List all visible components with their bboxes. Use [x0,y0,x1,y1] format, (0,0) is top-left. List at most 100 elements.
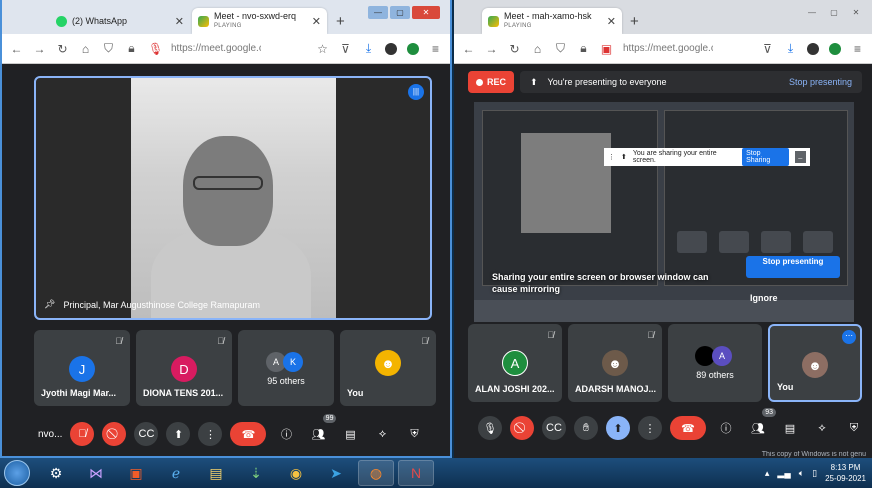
telegram-icon[interactable]: ➤ [318,460,354,486]
network-icon[interactable]: ▂▄ [777,468,790,479]
download-icon[interactable]: ⤓ [362,41,375,56]
drag-handle-icon[interactable]: ⋮ [608,153,615,161]
start-button[interactable] [4,460,30,486]
participant-tile[interactable]: 🎙̸ ☻ ADARSH MANOJ... [568,324,662,402]
menu-icon[interactable]: ≡ [851,42,864,56]
main-video-tile[interactable]: ||| 📌︎ Principal, Mar Augusthinose Colle… [34,76,432,320]
mic-active-icon[interactable]: 🎙︎ [148,42,163,56]
stop-sharing-button[interactable]: Stop Sharing [742,148,789,166]
tray-expand-icon[interactable]: ▴ [765,468,770,479]
more-options-button[interactable]: ⋮ [638,416,662,440]
more-options-button[interactable]: ⋮ [198,422,223,446]
file-explorer-icon[interactable]: ▤ [198,460,234,486]
back-icon[interactable]: ← [462,42,475,56]
stop-presenting-link[interactable]: Stop presenting [789,77,852,87]
window-close-icon[interactable]: ✕ [846,6,866,19]
maximize-icon[interactable]: ▢ [390,6,410,19]
taskbar-app-icon[interactable]: ⋈ [78,460,114,486]
screen-share-active-icon[interactable]: ▣ [600,42,613,56]
people-button[interactable]: 👥︎ 99 [306,414,337,446]
extension-icon[interactable] [807,42,819,55]
close-icon[interactable]: ✕ [175,15,184,28]
internet-explorer-icon[interactable]: ℯ [158,460,194,486]
forward-icon[interactable]: → [33,42,46,56]
clock-time: 8:13 PM [830,463,861,472]
window-close-icon[interactable]: ✕ [412,6,440,19]
stop-presenting-button[interactable]: Stop presenting [746,256,840,278]
home-icon[interactable]: ⌂ [79,42,92,56]
chrome-icon[interactable]: ◉ [278,460,314,486]
info-icon[interactable]: ⓘ [274,422,298,446]
close-icon[interactable]: ✕ [312,15,321,28]
mic-off-button[interactable]: 🎙̸ [70,422,95,446]
maximize-icon[interactable]: ▢ [824,6,844,19]
leave-call-button[interactable]: ☎ [230,422,267,446]
present-button[interactable]: ⬆ [166,422,191,446]
sharing-notice: ⋮ ⬆ You are sharing your entire screen. … [604,148,810,166]
reload-icon[interactable]: ↻ [508,42,521,56]
taskbar-app-icon[interactable]: N [398,460,434,486]
participant-tile[interactable]: 🎙̸ J Jyothi Magi Mar... [34,330,130,406]
captions-button[interactable]: CC [134,422,159,446]
taskbar-app-icon[interactable]: ▣ [118,460,154,486]
extension-icon[interactable] [385,42,397,55]
url-input[interactable]: https://meet.google.co [623,43,713,54]
host-controls-icon[interactable]: ⛨ [402,422,426,446]
battery-icon[interactable]: ▯ [812,468,817,479]
url-input[interactable]: https://meet.google.co [171,43,261,54]
volume-icon[interactable]: 🔈︎ [799,468,804,479]
pocket-icon[interactable]: ⊽ [761,42,774,56]
new-tab-icon[interactable]: + [336,13,345,30]
grammar-extension-icon[interactable] [829,42,841,55]
tab-meet-right[interactable]: Meet - mah-xamo-hsk PLAYING ✕ [482,8,622,34]
activities-icon[interactable]: ⟡ [370,422,394,446]
pocket-icon[interactable]: ⊽ [339,42,352,56]
activities-icon[interactable]: ⟡ [810,416,834,440]
taskbar-app-icon[interactable]: ⇣ [238,460,274,486]
minimize-icon[interactable]: — [802,6,822,19]
host-controls-icon[interactable]: ⛨ [842,416,866,440]
pin-icon[interactable]: 📌︎ [44,299,55,310]
self-tile[interactable]: 🎙̸ ☻ You [340,330,436,406]
others-tile[interactable]: A 89 others [668,324,762,402]
rec-label: REC [486,77,506,87]
leave-call-button[interactable]: ☎ [670,416,706,440]
back-icon[interactable]: ← [10,42,23,56]
others-tile[interactable]: A K 95 others [238,330,334,406]
taskbar-app-icon[interactable]: ⚙ [38,460,74,486]
sharing-notice-text: You are sharing your entire screen. [632,150,717,164]
self-tile[interactable]: ⋯ ☻ You [768,324,862,402]
menu-icon[interactable]: ≡ [429,42,442,56]
grammar-extension-icon[interactable] [407,42,419,55]
camera-off-button[interactable]: ⃠ [510,416,534,440]
captions-button[interactable]: CC [542,416,566,440]
shield-icon[interactable]: ⛉ [554,41,567,56]
present-button[interactable]: ⬆ [606,416,630,440]
clock[interactable]: 8:13 PM 25-09-2021 [825,462,866,484]
raise-hand-button[interactable]: ✋︎ [574,416,598,440]
minimize-icon[interactable]: — [368,6,388,19]
tab-whatsapp[interactable]: (2) WhatsApp ✕ [50,8,190,34]
new-tab-icon[interactable]: + [630,13,639,30]
participant-tile[interactable]: 🎙̸ D DIONA TENS 201... [136,330,232,406]
reload-icon[interactable]: ↻ [56,42,69,56]
camera-off-button[interactable]: ⃠ [102,422,127,446]
chat-icon[interactable]: ▤ [338,422,362,446]
forward-icon[interactable]: → [485,42,498,56]
shield-icon[interactable]: ⛉ [102,41,115,56]
info-icon[interactable]: ⓘ [714,416,738,440]
close-icon[interactable]: ✕ [607,15,616,28]
participant-tile[interactable]: 🎙̸ A ALAN JOSHI 202... [468,324,562,402]
ignore-button[interactable]: Ignore [750,293,778,303]
hide-icon[interactable]: _ [794,151,806,163]
mic-button[interactable]: 🎙︎ [478,416,502,440]
chat-icon[interactable]: ▤ [778,416,802,440]
download-icon[interactable]: ⤓ [784,41,797,56]
tab-meet-left[interactable]: Meet - nvo-sxwd-erq PLAYING ✕ [192,8,327,34]
firefox-icon[interactable]: ◍ [358,460,394,486]
people-button[interactable]: 👥︎ 93 [746,408,776,440]
more-options-icon[interactable]: ⋯ [842,330,856,344]
speaking-indicator-icon: ||| [408,84,424,100]
bookmark-star-icon[interactable]: ☆ [316,42,329,56]
home-icon[interactable]: ⌂ [531,42,544,56]
